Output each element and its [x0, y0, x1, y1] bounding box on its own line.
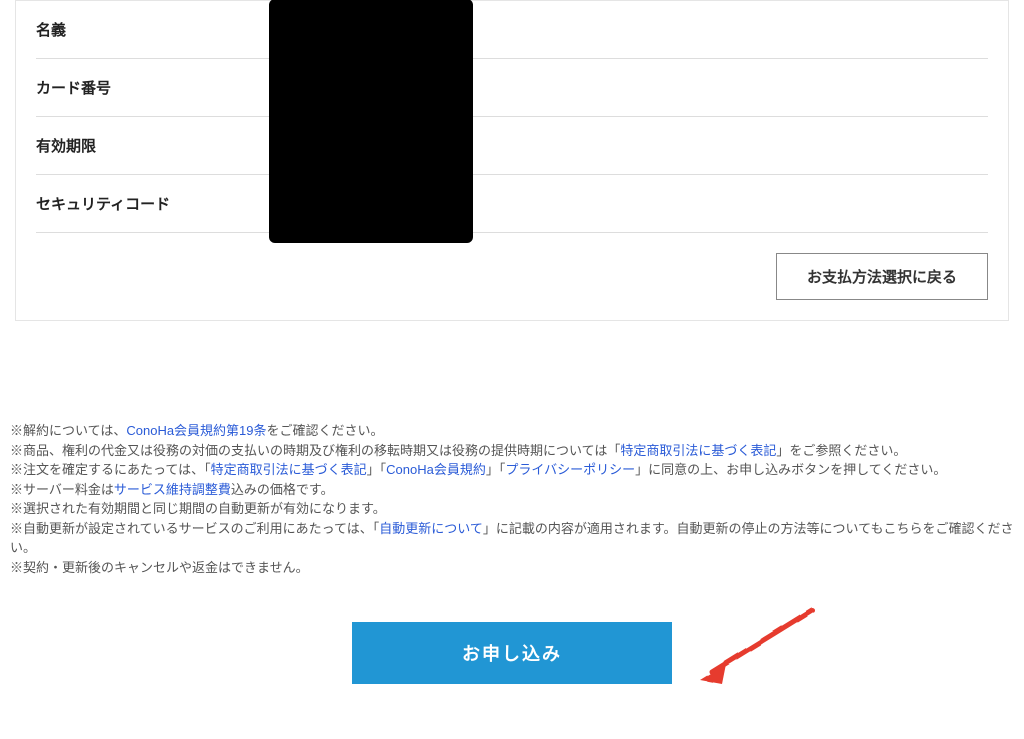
note-6: ※自動更新が設定されているサービスのご利用にあたっては、「自動更新について」に記…	[10, 519, 1014, 558]
row-name: 名義	[36, 1, 988, 59]
link-tokusho-2[interactable]: 特定商取引法に基づく表記	[211, 462, 367, 477]
label-expiry: 有効期限	[36, 135, 246, 156]
note-7: ※契約・更新後のキャンセルや返金はできません。	[10, 558, 1014, 578]
label-name: 名義	[36, 19, 246, 40]
note-1-post: をご確認ください。	[267, 423, 384, 438]
note-1-pre: ※解約については、	[10, 423, 126, 438]
back-button[interactable]: お支払方法選択に戻る	[776, 253, 988, 300]
row-expiry: 有効期限	[36, 117, 988, 175]
label-card-number: カード番号	[36, 77, 246, 98]
annotation-arrow-icon	[692, 602, 822, 692]
link-tokusho-1[interactable]: 特定商取引法に基づく表記	[620, 443, 776, 458]
note-4-post: 込みの価格です。	[231, 482, 334, 497]
back-button-row: お支払方法選択に戻る	[36, 253, 988, 300]
terms-notes: ※解約については、ConoHa会員規約第19条をご確認ください。 ※商品、権利の…	[10, 421, 1014, 577]
note-3-post: 」に同意の上、お申し込みボタンを押してください。	[635, 462, 946, 477]
note-3-pre: ※注文を確定するにあたっては、「	[10, 462, 211, 477]
note-6-pre: ※自動更新が設定されているサービスのご利用にあたっては、「	[10, 521, 379, 536]
link-conoha-terms-19[interactable]: ConoHa会員規約第19条	[126, 423, 266, 438]
row-card-number: カード番号	[36, 59, 988, 117]
note-3-mid1: 」「	[367, 462, 387, 477]
submit-row: お申し込み	[0, 622, 1024, 684]
note-4: ※サーバー料金はサービス維持調整費込みの価格です。	[10, 480, 1014, 500]
note-1: ※解約については、ConoHa会員規約第19条をご確認ください。	[10, 421, 1014, 441]
link-conoha-terms[interactable]: ConoHa会員規約	[386, 462, 486, 477]
note-3-mid2: 」「	[486, 462, 506, 477]
label-cvc: セキュリティコード	[36, 193, 246, 214]
redaction-block	[271, 1, 471, 241]
note-2: ※商品、権利の代金又は役務の対価の支払いの時期及び権利の移転時期又は役務の提供時…	[10, 441, 1014, 461]
link-auto-renewal[interactable]: 自動更新について	[379, 521, 483, 536]
link-service-fee[interactable]: サービス維持調整費	[114, 482, 231, 497]
row-cvc: セキュリティコード	[36, 175, 988, 233]
apply-button[interactable]: お申し込み	[352, 622, 672, 684]
note-5: ※選択された有効期間と同じ期間の自動更新が有効になります。	[10, 499, 1014, 519]
note-2-post: 」をご参照ください。	[776, 443, 906, 458]
payment-card: 名義 カード番号 有効期限 セキュリティコード お支払方法選択に戻る	[15, 0, 1009, 321]
note-4-pre: ※サーバー料金は	[10, 482, 114, 497]
link-privacy[interactable]: プライバシーポリシー	[505, 462, 635, 477]
note-3: ※注文を確定するにあたっては、「特定商取引法に基づく表記」「ConoHa会員規約…	[10, 460, 1014, 480]
note-2-pre: ※商品、権利の代金又は役務の対価の支払いの時期及び権利の移転時期又は役務の提供時…	[10, 443, 620, 458]
